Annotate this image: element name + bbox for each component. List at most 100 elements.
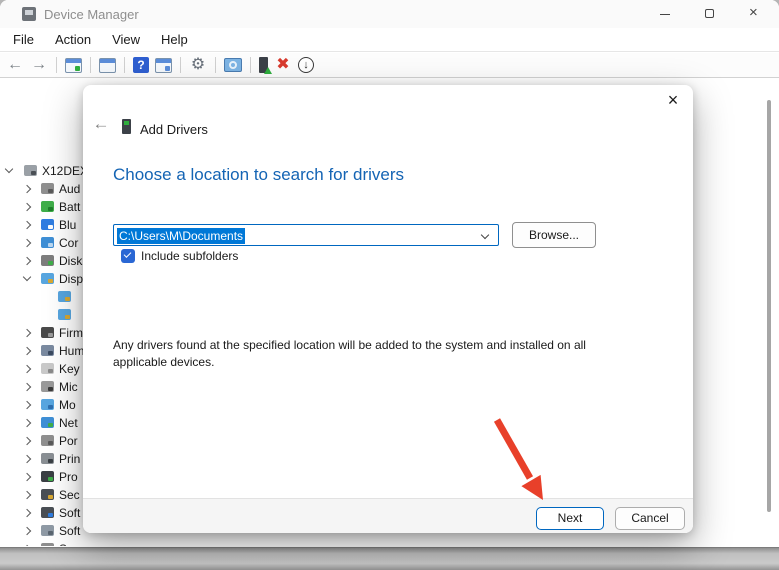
chevron-icon[interactable] [23,329,31,337]
tree-item-label: Soft [59,506,80,520]
toolbar-separator [124,57,125,73]
chevron-icon[interactable] [23,419,31,427]
screen: Device Manager × File Action View Help ←… [0,0,779,570]
bluetooth-icon [41,219,54,230]
dialog-close-icon[interactable]: × [660,87,686,113]
computer-root-icon [24,165,37,176]
batteries-icon [41,201,54,212]
vertical-scrollbar[interactable] [767,100,771,512]
monitors-icon [41,399,54,410]
tree-item-sound-controllers[interactable]: Sou [0,540,765,546]
tree-item-label: Sec [59,488,80,502]
tree-item-label: Mic [59,380,78,394]
chevron-icon[interactable] [23,437,31,445]
dialog-description: Any drivers found at the specified locat… [113,337,615,371]
combobox-dropdown-icon[interactable] [481,231,489,239]
computer-icon [41,237,54,248]
chevron-icon[interactable] [23,365,31,373]
tree-item-label: Net [59,416,78,430]
chevron-icon[interactable] [5,165,13,173]
chevron-icon[interactable] [23,473,31,481]
forward-icon[interactable]: → [30,56,48,74]
chevron-icon[interactable] [23,455,31,463]
toolbar-separator [56,57,57,73]
minimize-button[interactable] [650,0,680,28]
chevron-icon[interactable] [23,383,31,391]
close-button[interactable]: × [740,0,770,28]
tree-item-label: Prin [59,452,80,466]
tree-item-label: X12DEX [42,164,88,178]
chevron-icon[interactable] [23,491,31,499]
dialog-footer: Next Cancel [83,498,693,533]
show-console-tree-icon[interactable] [65,58,82,73]
back-icon[interactable]: ← [6,56,24,74]
chevron-icon[interactable] [23,527,31,535]
dialog-heading: Choose a location to search for drivers [113,165,404,185]
toolbar-separator [180,57,181,73]
browse-button[interactable]: Browse... [512,222,596,248]
display-adapter-2-icon [58,309,71,320]
menu-file[interactable]: File [10,30,37,49]
toolbar-separator [90,57,91,73]
scan-hardware-changes-icon[interactable]: ⚙ [189,56,207,74]
help-icon[interactable]: ? [133,57,149,73]
menu-action[interactable]: Action [52,30,94,49]
tree-item-label: Batt [59,200,80,214]
driver-icon [122,119,131,134]
processors-icon [41,471,54,482]
mice-icon [41,381,54,392]
ports-icon [41,435,54,446]
disable-device-icon[interactable]: ↓ [298,57,314,73]
chevron-icon[interactable] [23,221,31,229]
window-controls: × [650,0,770,28]
location-path-value[interactable]: C:\Users\M\Documents [117,228,245,244]
tree-item-label: Soft [59,524,80,538]
toolbar-separator [250,57,251,73]
tree-item-label: Key [59,362,80,376]
uninstall-device-icon[interactable]: ✖ [274,56,292,74]
checkmark-icon [124,250,132,258]
update-driver-icon[interactable] [259,57,268,73]
tree-item-label: Pro [59,470,78,484]
security-devices-icon [41,489,54,500]
location-combobox[interactable]: C:\Users\M\Documents [113,224,499,246]
properties-icon[interactable] [99,58,116,73]
include-subfolders-checkbox[interactable] [121,249,135,263]
cancel-button[interactable]: Cancel [615,507,685,530]
chevron-icon[interactable] [23,545,31,546]
chevron-icon[interactable] [23,239,31,247]
chevron-icon[interactable] [23,273,31,281]
chevron-icon[interactable] [23,185,31,193]
menu-help[interactable]: Help [158,30,191,49]
toolbar: ← →? ⚙ ✖ ↓ [0,53,779,78]
firmware-icon [41,327,54,338]
tree-item-label: Mo [59,398,76,412]
tree-item-label: Por [59,434,78,448]
dialog-title: Add Drivers [140,122,208,137]
chevron-icon[interactable] [23,347,31,355]
software-devices-icon [41,525,54,536]
human-interface-devices-icon [41,345,54,356]
tree-item-label: Firm [59,326,83,340]
tree-item-label: Blu [59,218,76,232]
add-drivers-dialog: × ← Add Drivers Choose a location to sea… [83,85,693,533]
next-button[interactable]: Next [536,507,604,530]
menu-view[interactable]: View [109,30,143,49]
devices-by-type-icon[interactable] [224,58,242,72]
chevron-icon[interactable] [23,257,31,265]
chevron-icon[interactable] [23,401,31,409]
maximize-button[interactable] [695,0,725,28]
tree-item-label: Aud [59,182,80,196]
audio-icon [41,183,54,194]
chevron-icon[interactable] [23,509,31,517]
network-adapters-icon [41,417,54,428]
keyboards-icon [41,363,54,374]
toolbar-separator [215,57,216,73]
chevron-icon[interactable] [23,203,31,211]
dialog-back-icon[interactable]: ← [90,113,112,135]
export-list-icon[interactable] [155,58,172,73]
tree-item-label: Disk [59,254,82,268]
tree-item-label: Hum [59,344,84,358]
menu-bar: File Action View Help [0,28,779,52]
window-title: Device Manager [44,7,139,22]
